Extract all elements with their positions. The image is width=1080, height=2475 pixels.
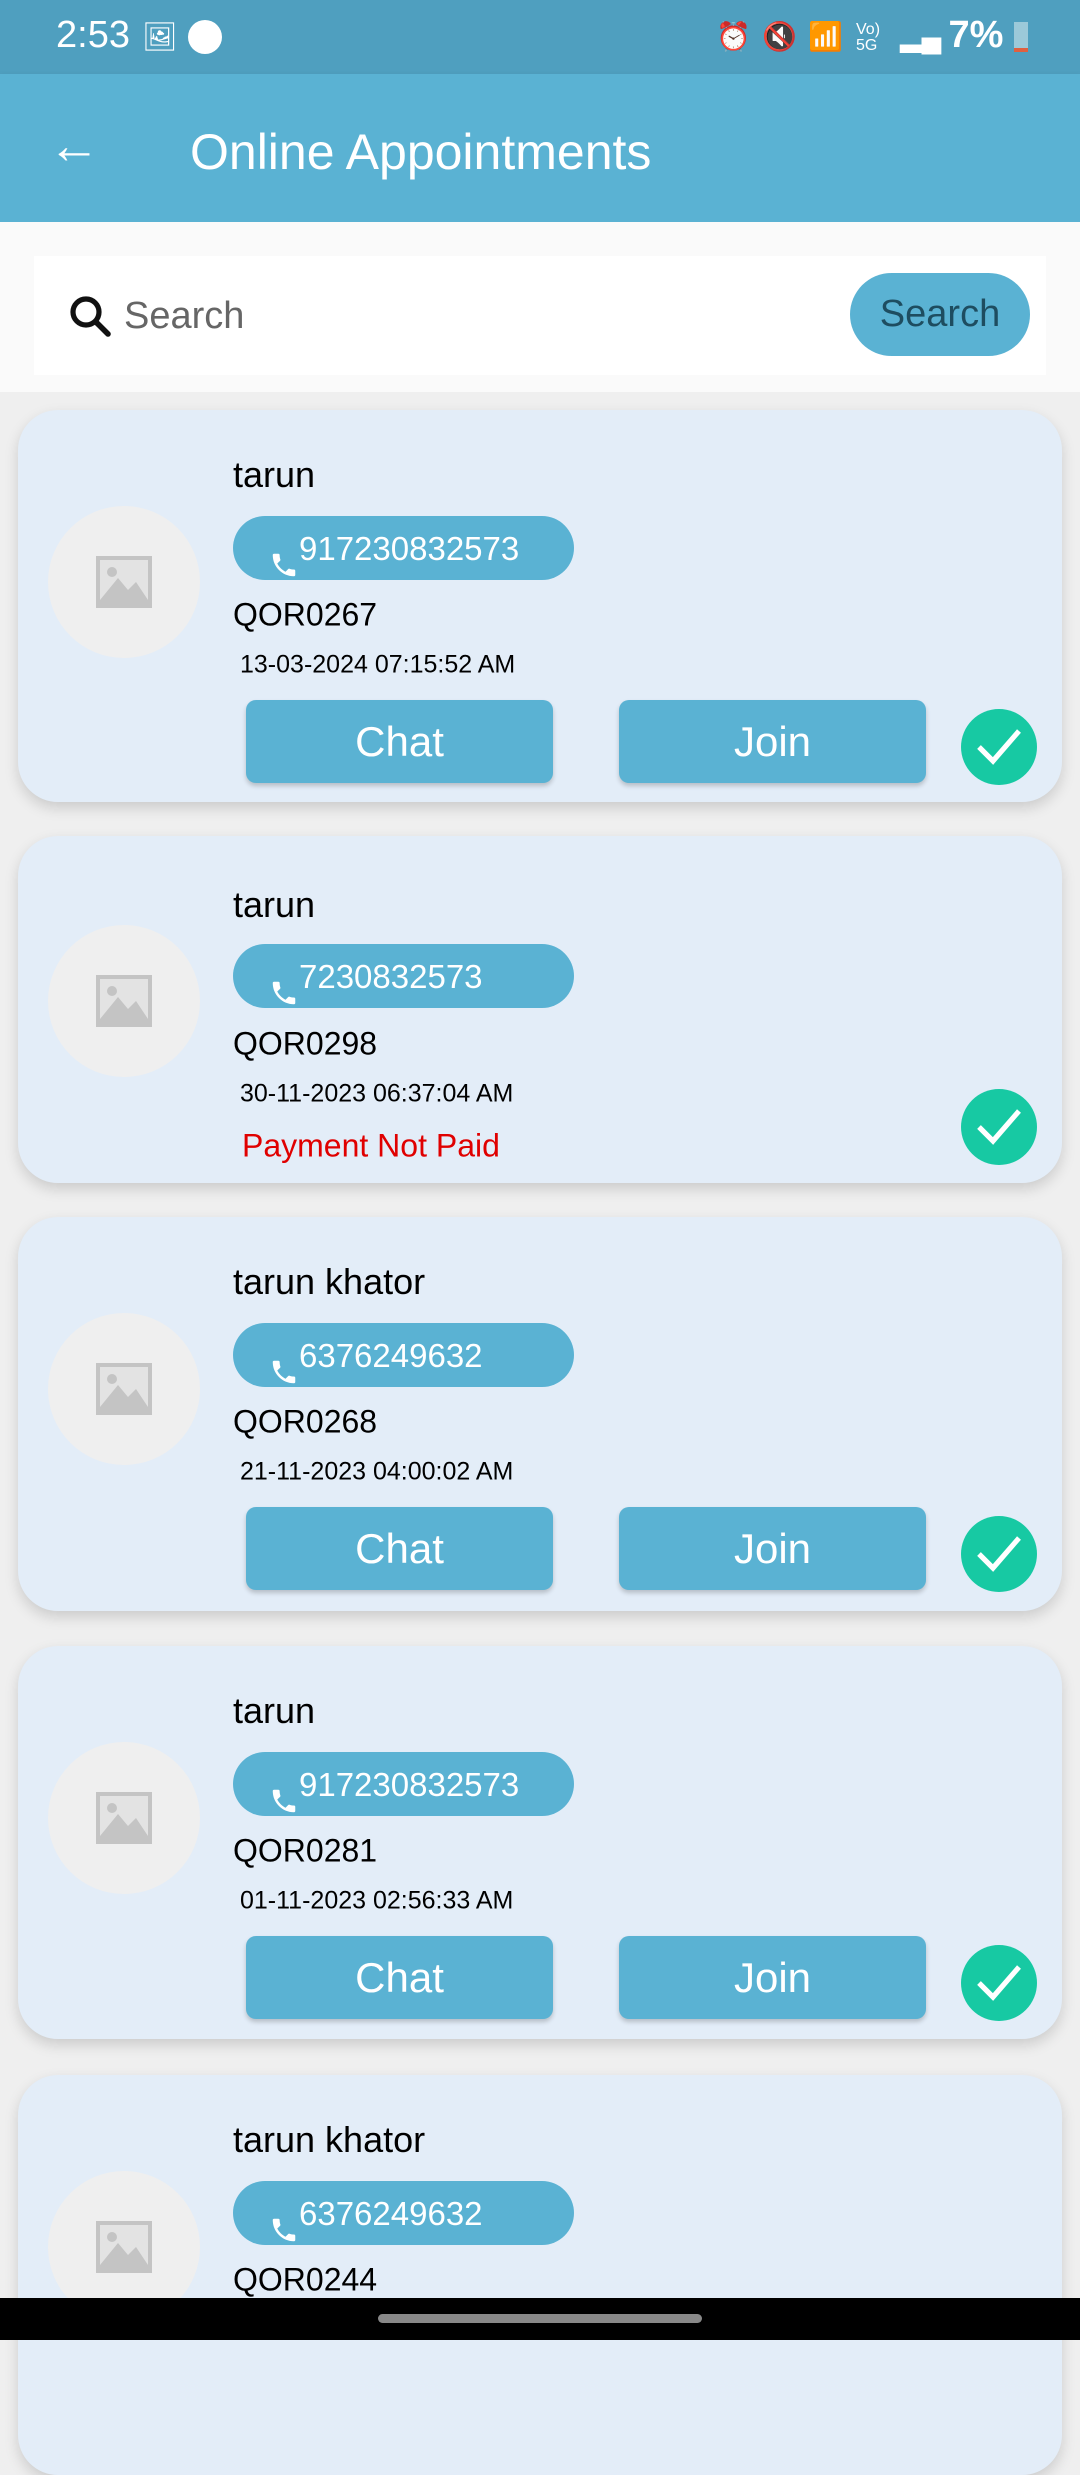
search-input[interactable] [124,286,724,346]
phone-button[interactable]: 7230832573 [233,944,574,1008]
check-circle-icon [961,1516,1037,1592]
appointment-code: QOR0281 [233,1832,378,1869]
appointment-code: QOR0268 [233,1403,378,1440]
status-time: 2:53 [56,14,130,56]
avatar [48,1742,200,1894]
appointment-card[interactable]: tarun 7230832573 QOR0298 30-11-2023 06:37:0… [18,836,1062,1183]
alarm-icon: ⏰ [716,21,751,52]
patient-name: tarun khator [233,1261,426,1302]
mute-icon: 🔇 [762,21,797,52]
chat-button[interactable]: Chat [246,1507,553,1590]
patient-name: tarun khator [233,2119,426,2160]
chat-button[interactable]: Chat [246,1936,553,2019]
phone-button[interactable]: 917230832573 [233,516,574,580]
join-button[interactable]: Join [619,700,926,783]
avatar [48,925,200,1077]
check-circle-icon [961,1089,1037,1165]
search-section: Search [0,222,1080,392]
appointment-datetime: 21-11-2023 04:00:02 AM [240,1457,514,1486]
avatar [48,506,200,658]
page-title: Online Appointments [190,124,652,180]
phone-button[interactable]: 6376249632 [233,1323,574,1387]
battery-icon [1014,21,1028,52]
system-nav-bar [0,2298,1080,2340]
appointment-code: QOR0244 [233,2261,378,2298]
phone-number: 917230832573 [299,1766,520,1803]
battery-percent: 7% [948,14,1004,56]
phone-number: 917230832573 [299,530,520,567]
signal-icon: ▂▄ [900,21,942,52]
home-handle[interactable] [378,2314,702,2323]
app-icon [188,20,222,54]
phone-button[interactable]: 917230832573 [233,1752,574,1816]
appointment-datetime: 30-11-2023 06:37:04 AM [240,1079,514,1108]
appointment-code: QOR0267 [233,596,378,633]
check-circle-icon [961,709,1037,785]
patient-name: tarun [233,1690,316,1731]
patient-name: tarun [233,454,316,495]
appointment-code: QOR0298 [233,1025,378,1062]
phone-number: 6376249632 [299,2195,483,2232]
appointment-card[interactable]: tarun 917230832573 QOR0281 01-11-2023 02:56… [18,1646,1062,2039]
volte-5g-icon: Vo) 5G [856,21,881,54]
phone-button[interactable]: 6376249632 [233,2181,574,2245]
appointment-datetime: 01-11-2023 02:56:33 AM [240,1886,514,1915]
join-button[interactable]: Join [619,1936,926,2019]
check-circle-icon [961,1945,1037,2021]
search-button[interactable]: Search [850,273,1030,356]
patient-name: tarun [233,884,316,925]
join-button[interactable]: Join [619,1507,926,1590]
wifi-icon: 📶 [808,21,843,52]
app-bar: ← Online Appointments [0,74,1080,222]
search-icon [70,296,111,337]
appointment-datetime: 13-03-2024 07:15:52 AM [240,650,516,679]
status-bar: 2:53 🖼 ⏰ 🔇 📶 Vo) 5G ▂▄ 7% [0,0,1080,74]
chat-button[interactable]: Chat [246,700,553,783]
avatar [48,1313,200,1465]
appointment-card[interactable]: tarun khator 6376249632 QOR0244 [18,2075,1062,2475]
appointment-card[interactable]: tarun khator 6376249632 QOR0268 21-11-2023 … [18,1217,1062,1611]
phone-number: 7230832573 [299,958,483,995]
search-bar: Search [34,256,1046,375]
gallery-icon: 🖼 [142,21,178,52]
appointment-card[interactable]: tarun 917230832573 QOR0267 13-03-2024 07:15… [18,410,1062,802]
payment-status: Payment Not Paid [242,1127,500,1164]
battery-level: 7% [949,14,1028,57]
phone-number: 6376249632 [299,1337,483,1374]
arrow-left-icon[interactable]: ← [48,116,100,176]
